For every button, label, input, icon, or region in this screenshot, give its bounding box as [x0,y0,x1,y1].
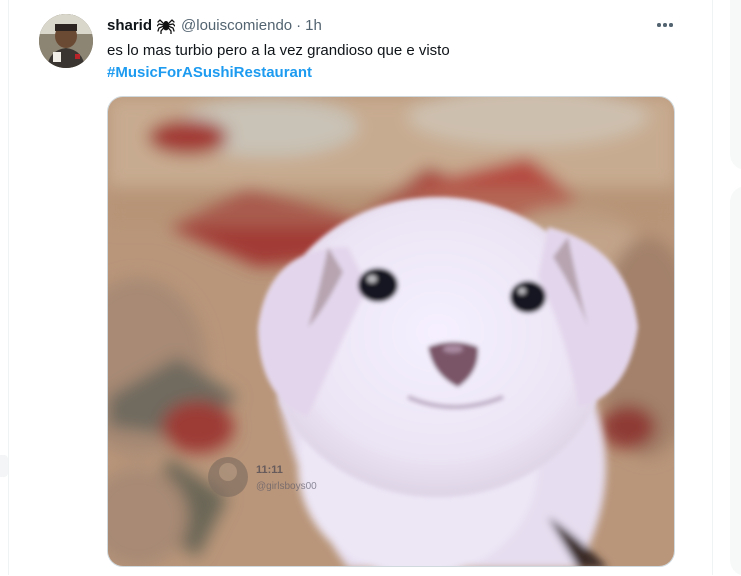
more-dot-icon [657,23,661,27]
user-handle[interactable]: @louiscomiendo [181,17,292,34]
watermark-user: @girlsboys00 [256,481,317,492]
sidebar-card-fragment [730,0,741,170]
display-name[interactable]: sharid [107,17,152,34]
tweet-text: es lo mas turbio pero a la vez grandioso… [107,42,450,59]
avatar-image [39,14,93,68]
tweet-media-photo[interactable]: 11:11 @girlsboys00 [107,96,675,567]
left-column-fragment [0,455,8,477]
more-options-button[interactable] [653,14,677,36]
timestamp[interactable]: 1h [305,17,322,34]
tweet-header: sharid @louiscomiendo · 1h [107,14,322,36]
avatar[interactable] [39,14,93,68]
more-dot-icon [663,23,667,27]
more-dot-icon [669,23,673,27]
right-sidebar-edge [712,0,741,576]
hashtag-link[interactable]: #MusicForASushiRestaurant [107,62,312,84]
separator-dot: · [296,16,302,34]
column-divider [712,0,713,575]
watermark-time: 11:11 [256,464,283,476]
sidebar-card-fragment [730,186,741,576]
left-column-edge [0,0,9,575]
puppy-photo: 11:11 @girlsboys00 [108,97,674,566]
spider-icon [156,16,176,35]
tweet-article[interactable]: sharid @louiscomiendo · 1h es lo mas tur… [0,0,712,575]
